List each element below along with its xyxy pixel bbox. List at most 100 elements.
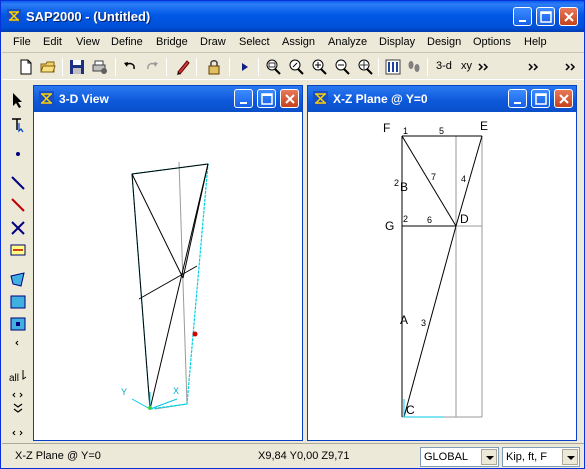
save-disk-icon bbox=[70, 60, 84, 74]
point-label-d: D bbox=[460, 212, 469, 226]
menu-define[interactable]: Define bbox=[111, 36, 143, 48]
frame-line-icon bbox=[11, 176, 25, 190]
member-label-2: 2 bbox=[394, 178, 399, 188]
xz-plane-close-button[interactable] bbox=[554, 89, 573, 108]
new-model-button[interactable] bbox=[16, 57, 36, 77]
member-label-1: 1 bbox=[403, 126, 408, 136]
menu-view[interactable]: View bbox=[76, 36, 100, 48]
xz-plane-maximize-button[interactable] bbox=[531, 89, 550, 108]
pointer-icon bbox=[13, 93, 22, 108]
toolbar-overflow-button[interactable] bbox=[474, 57, 494, 77]
3d-structure-outline bbox=[131, 163, 209, 410]
save-button[interactable] bbox=[67, 57, 87, 77]
3d-frame-member bbox=[131, 173, 151, 410]
xz-plane-minimize-button[interactable] bbox=[508, 89, 527, 108]
view-3d-button[interactable]: 3-d bbox=[436, 60, 452, 72]
joint-dot-icon bbox=[16, 152, 20, 156]
xz-plane-canvas[interactable]: F E G D B A C 1 5 2 7 4 2 6 3 bbox=[311, 114, 573, 438]
open-button[interactable] bbox=[38, 57, 58, 77]
3d-view-title: 3-D View bbox=[59, 92, 109, 106]
redo-button[interactable] bbox=[142, 57, 162, 77]
pointer-tool-button[interactable] bbox=[9, 91, 27, 109]
print-graphics-button[interactable] bbox=[90, 57, 110, 77]
zoom-in-button[interactable] bbox=[309, 57, 329, 77]
menu-display[interactable]: Display bbox=[379, 36, 415, 48]
menu-select[interactable]: Select bbox=[239, 36, 270, 48]
reshape-tool-button[interactable] bbox=[9, 115, 27, 133]
3d-view-close-button[interactable] bbox=[280, 89, 299, 108]
point-label-a: A bbox=[400, 313, 408, 327]
play-icon bbox=[242, 63, 248, 71]
member-label-7: 7 bbox=[431, 172, 436, 182]
3d-view-window[interactable]: 3-D View Y X bbox=[33, 85, 303, 441]
toolbar-scroll-left[interactable] bbox=[9, 333, 27, 351]
menu-design[interactable]: Design bbox=[427, 36, 461, 48]
draw-poly-area-button[interactable] bbox=[9, 271, 27, 289]
menu-edit[interactable]: Edit bbox=[43, 36, 62, 48]
close-button[interactable] bbox=[559, 7, 578, 26]
xz-member-7 bbox=[401, 135, 457, 227]
coord-system-select[interactable]: GLOBAL bbox=[420, 447, 499, 467]
zoom-window-button[interactable] bbox=[263, 57, 283, 77]
quick-area-icon bbox=[10, 317, 26, 331]
3d-frame-member bbox=[149, 163, 209, 410]
zoom-restore-button[interactable] bbox=[286, 57, 306, 77]
refresh-window-button[interactable] bbox=[173, 57, 193, 77]
units-select[interactable]: Kip, ft, F bbox=[502, 447, 580, 467]
xz-plane-title: X-Z Plane @ Y=0 bbox=[333, 92, 428, 106]
quick-draw-braces-button[interactable] bbox=[9, 219, 27, 237]
title-bar: SAP2000 - (Untitled) bbox=[1, 1, 584, 32]
3d-view-maximize-button[interactable] bbox=[257, 89, 276, 108]
toolbar-scroll-down[interactable] bbox=[9, 399, 27, 417]
menu-draw[interactable]: Draw bbox=[200, 36, 226, 48]
run-analysis-button[interactable] bbox=[235, 57, 255, 77]
selected-joint-marker[interactable] bbox=[192, 331, 198, 337]
toolbar-scroll-arrows-2[interactable] bbox=[9, 425, 27, 443]
3d-view-minimize-button[interactable] bbox=[234, 89, 253, 108]
menu-file[interactable]: File bbox=[13, 36, 31, 48]
minimize-button[interactable] bbox=[513, 7, 532, 26]
set-display-options-button[interactable] bbox=[383, 57, 403, 77]
redo-icon bbox=[147, 62, 158, 70]
snap-all-button[interactable]: all bbox=[9, 367, 27, 385]
menu-bridge[interactable]: Bridge bbox=[156, 36, 188, 48]
zoom-in-icon bbox=[312, 59, 327, 75]
xz-plane-titlebar[interactable]: X-Z Plane @ Y=0 bbox=[308, 86, 576, 112]
show-deformed-shape-button[interactable] bbox=[404, 57, 424, 77]
quick-draw-area-button[interactable] bbox=[9, 315, 27, 333]
printer-camera-icon bbox=[92, 60, 107, 74]
quick-draw-frame-button[interactable] bbox=[9, 196, 27, 214]
chevron-down-icon[interactable] bbox=[481, 449, 497, 465]
menu-analyze[interactable]: Analyze bbox=[328, 36, 367, 48]
pan-button[interactable] bbox=[355, 57, 375, 77]
status-view-label: X-Z Plane @ Y=0 bbox=[15, 450, 101, 462]
member-label-2b: 2 bbox=[403, 214, 408, 224]
point-label-b: B bbox=[400, 180, 408, 194]
menu-help[interactable]: Help bbox=[524, 36, 547, 48]
lock-model-button[interactable] bbox=[204, 57, 224, 77]
draw-frame-button[interactable] bbox=[9, 174, 27, 192]
3d-view-canvas[interactable]: Y X bbox=[37, 114, 299, 438]
draw-toolbar: all bbox=[2, 83, 32, 443]
toolbar-overflow-button-3[interactable] bbox=[561, 57, 581, 77]
toolbar-overflow-button-2[interactable] bbox=[524, 57, 544, 77]
status-cursor-coords: X9,84 Y0,00 Z9,71 bbox=[258, 450, 350, 462]
chevron-down-icon[interactable] bbox=[562, 449, 578, 465]
view-xy-button[interactable]: xy bbox=[461, 60, 472, 72]
maximize-button[interactable] bbox=[536, 7, 555, 26]
zoom-out-button[interactable] bbox=[332, 57, 352, 77]
draw-rect-area-button[interactable] bbox=[9, 293, 27, 311]
undo-button[interactable] bbox=[120, 57, 140, 77]
sap2000-app-icon[interactable] bbox=[7, 9, 21, 23]
draw-link-button[interactable] bbox=[9, 241, 27, 259]
chevron-right-double-icon bbox=[478, 63, 489, 71]
3d-frame-member bbox=[131, 163, 209, 175]
menu-assign[interactable]: Assign bbox=[282, 36, 315, 48]
xz-plane-window[interactable]: X-Z Plane @ Y=0 F E G D B A C 1 5 2 7 4 … bbox=[307, 85, 577, 441]
rect-area-icon bbox=[10, 295, 26, 309]
member-label-4: 4 bbox=[461, 174, 466, 184]
draw-joint-button[interactable] bbox=[9, 145, 27, 163]
3d-view-titlebar[interactable]: 3-D View bbox=[34, 86, 302, 112]
xz-member-3 bbox=[403, 225, 457, 418]
menu-options[interactable]: Options bbox=[473, 36, 511, 48]
